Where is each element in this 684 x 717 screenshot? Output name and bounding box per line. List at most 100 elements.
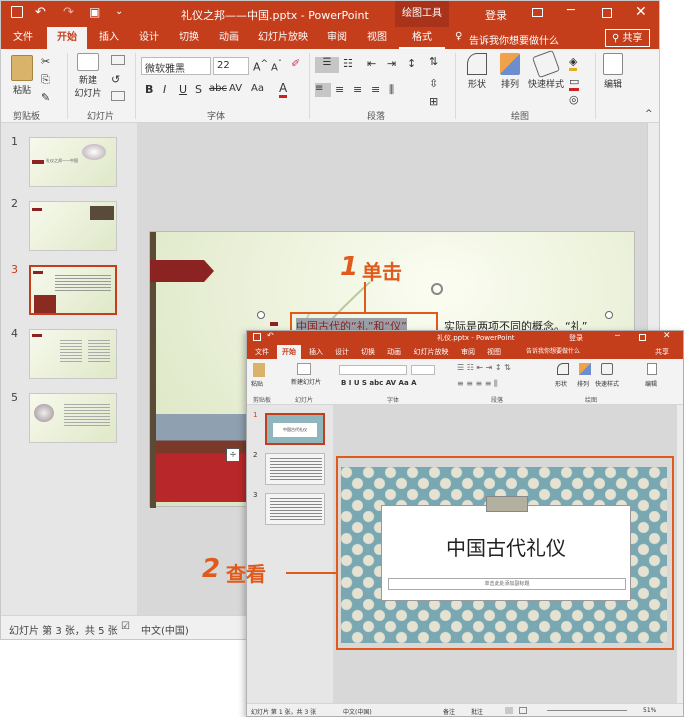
undo-icon[interactable]: ↶ [267,331,274,340]
editing-label-2[interactable]: 编辑 [645,379,657,388]
tab-view[interactable]: 视图 [359,27,395,49]
tab-insert[interactable]: 插入 [91,27,127,49]
layout-icon[interactable] [111,55,125,65]
sorter-view-icon[interactable] [519,707,527,714]
tell-me-input-2[interactable]: 告诉我你想要做什么 [515,345,591,359]
minimize-icon[interactable]: ─ [567,3,575,18]
customize-toolbar-icon[interactable]: ⌄ [115,6,123,17]
save-icon[interactable] [253,333,261,341]
share-button-2[interactable]: 共享 [647,345,677,359]
maximize-icon[interactable] [639,334,646,341]
maximize-icon[interactable] [602,8,612,18]
change-case-icon[interactable]: Aa [251,83,264,94]
minimize-icon[interactable]: ─ [615,331,620,340]
tab-transitions[interactable]: 切换 [357,345,379,359]
w2-thumbnail-1[interactable]: 中国古代礼仪 [265,413,325,445]
new-slide-label-2[interactable]: 新建幻灯片 [291,379,321,387]
section-icon[interactable] [111,91,125,101]
zoom-level[interactable]: 51% [643,707,656,714]
tell-me-input[interactable]: 告诉我你想要做什么 [469,32,559,47]
paste-button[interactable]: 粘贴 [7,55,37,96]
tab-home[interactable]: 开始 [47,27,87,49]
rotate-handle-icon[interactable] [431,283,443,295]
underline-icon[interactable]: U [179,83,187,96]
slide-thumbnail-2[interactable] [29,201,117,251]
tab-slideshow[interactable]: 幻灯片放映 [411,345,451,359]
tab-animations[interactable]: 动画 [383,345,405,359]
line-spacing-icon[interactable]: ↕ [407,57,416,70]
w2-comments-button[interactable]: 批注 [471,707,483,716]
font-name-select-2[interactable] [339,365,407,375]
align-text-icon[interactable]: ⇳ [429,77,438,90]
align-center-icon[interactable]: ≡ [335,83,344,96]
align-right-icon[interactable]: ≡ [353,83,362,96]
numbering-icon[interactable]: ☷ [343,57,353,70]
slide-thumbnail-1[interactable]: 礼仪之邦——中国 [29,137,117,187]
italic-icon[interactable]: I [163,83,166,96]
shape-fill-icon[interactable]: ◈ [569,55,578,71]
shapes-button[interactable]: 形状 [461,53,493,90]
normal-view-icon[interactable] [505,707,513,714]
quick-styles-label-2[interactable]: 快速样式 [595,379,619,388]
undo-icon[interactable]: ↶ [35,5,46,20]
clear-format-icon[interactable]: ✐ [291,57,300,70]
collapse-ribbon-icon[interactable]: ^ [645,109,653,119]
tab-home[interactable]: 开始 [277,345,301,359]
ceremony-photo[interactable]: ÷ [156,414,246,502]
w2-notes-button[interactable]: 备注 [443,707,455,716]
increase-indent-icon[interactable]: ⇥ [387,57,396,70]
font-name-select[interactable]: 微软雅黑 [141,57,211,75]
resize-handle[interactable] [257,311,265,319]
tab-format[interactable]: 格式 [399,27,445,49]
ribbon-display-icon[interactable] [532,8,543,17]
font-size-select[interactable]: 22 [213,57,249,75]
quick-styles-button[interactable]: 快速样式 [525,49,567,90]
decrease-indent-icon[interactable]: ⇤ [367,57,376,70]
arrange-label-2[interactable]: 排列 [577,379,589,388]
tab-file[interactable]: 文件 [251,345,273,359]
login-link[interactable]: 登录 [485,7,507,23]
slide-thumbnail-5[interactable] [29,393,117,443]
shapes-label-2[interactable]: 形状 [555,379,567,388]
strikethrough-icon[interactable]: abc [209,83,227,94]
w2-scrollbar[interactable] [677,405,683,703]
close-icon[interactable]: ✕ [635,4,647,20]
cut-icon[interactable]: ✂ [41,55,50,68]
shadow-icon[interactable]: S [195,83,202,96]
align-icons[interactable]: ≡ ≡ ≡ ≡ ⫼ [457,379,498,389]
tab-review[interactable]: 审阅 [319,27,355,49]
copy-icon[interactable]: ⎘ [41,73,50,87]
smartart-icon[interactable]: ⊞ [429,95,438,108]
bullets-icon[interactable]: ☰ [315,57,339,73]
arrange-button[interactable]: 排列 [495,53,525,90]
tab-design[interactable]: 设计 [331,345,353,359]
reset-icon[interactable]: ↺ [111,73,120,86]
w2-thumbnail-3[interactable] [265,493,325,525]
slide-thumbnail-4[interactable] [29,329,117,379]
new-slide-button[interactable]: 新建 幻灯片 [71,53,105,99]
zoom-slider[interactable] [547,710,627,711]
shrink-font-icon[interactable]: Aˇ [271,58,282,73]
spacing-icon[interactable]: AV [229,83,242,94]
close-icon[interactable]: ✕ [663,331,671,341]
spellcheck-icon[interactable]: ☑ [121,621,130,632]
font-color-icon[interactable]: A [279,81,288,98]
paste-label-2[interactable]: 粘贴 [251,379,263,388]
redo-icon[interactable]: ↷ [63,5,74,20]
start-from-beginning-icon[interactable]: ▣ [89,5,100,19]
tab-insert[interactable]: 插入 [305,345,327,359]
text-direction-icon[interactable]: ⇅ [429,55,438,68]
w2-thumbnail-2[interactable] [265,453,325,485]
grow-font-icon[interactable]: A^ [253,58,268,74]
w2-language[interactable]: 中文(中国) [343,707,372,716]
login-link-2[interactable]: 登录 [569,333,583,343]
justify-icon[interactable]: ≡ [371,83,380,96]
tab-transitions[interactable]: 切换 [171,27,207,49]
resize-handle[interactable] [605,311,613,319]
format-painter-icon[interactable]: ✎ [41,91,50,104]
editing-button[interactable]: 编辑 [599,53,627,90]
save-icon[interactable] [11,6,23,18]
tab-view[interactable]: 视图 [483,345,505,359]
layout-options-icon[interactable]: ÷ [226,448,240,462]
font-size-select-2[interactable] [411,365,435,375]
